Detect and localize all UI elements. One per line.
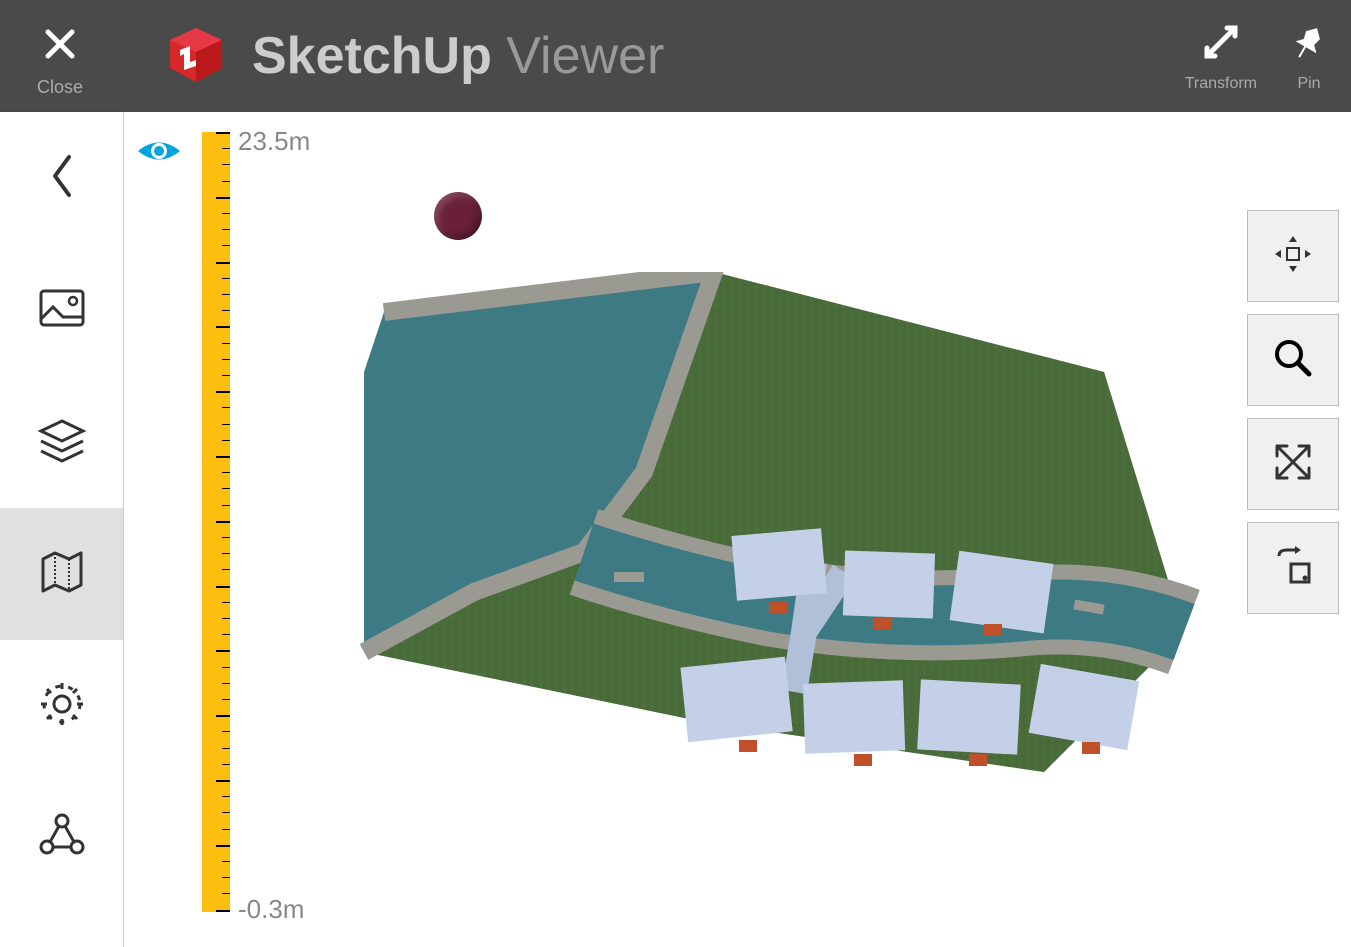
pin-button[interactable]: Pin — [1287, 20, 1331, 93]
transform-icon — [1199, 20, 1243, 69]
pin-label: Pin — [1297, 75, 1320, 93]
ruler-tick — [216, 326, 230, 328]
ruler-tick — [222, 537, 230, 538]
ruler-tick — [222, 602, 230, 603]
ruler-tick — [222, 148, 230, 149]
ruler-tick — [222, 796, 230, 797]
share-nodes-icon — [35, 809, 89, 868]
gear-icon — [35, 677, 89, 736]
ruler-tick — [222, 245, 230, 246]
ruler-tick — [222, 812, 230, 813]
ruler-tick — [222, 310, 230, 311]
sketchup-logo-icon — [160, 20, 232, 92]
transform-label: Transform — [1185, 75, 1257, 93]
ruler-tick — [222, 375, 230, 376]
header-actions: Transform Pin — [1185, 20, 1331, 93]
ruler-tick — [222, 829, 230, 830]
ruler-tick — [222, 213, 230, 214]
ruler-tick — [216, 586, 230, 588]
sidebar-item-layers[interactable] — [0, 376, 123, 508]
ruler-tick — [222, 667, 230, 668]
sidebar-item-map[interactable] — [0, 508, 123, 640]
fit-tool-button[interactable] — [1247, 418, 1339, 510]
close-label: Close — [37, 77, 83, 98]
transform-button[interactable]: Transform — [1185, 20, 1257, 93]
layers-icon — [35, 413, 89, 472]
ruler-tick — [216, 197, 230, 199]
image-icon — [35, 281, 89, 340]
eye-icon — [136, 153, 182, 170]
ruler-tick — [222, 893, 230, 894]
close-icon — [40, 24, 80, 69]
rotate-tool-button[interactable] — [1247, 522, 1339, 614]
ruler-tick — [222, 472, 230, 473]
height-ruler[interactable]: // ticks generated inline via JS below — [202, 132, 230, 912]
ruler-tick — [216, 521, 230, 523]
ruler-tick — [222, 748, 230, 749]
ruler-tick — [222, 278, 230, 279]
ruler-tick — [222, 359, 230, 360]
close-button[interactable]: Close — [20, 24, 100, 98]
header-bar: Close SketchUp Viewer Transform — [0, 0, 1351, 112]
sidebar-item-image[interactable] — [0, 244, 123, 376]
visibility-toggle[interactable] — [136, 136, 182, 171]
ruler-tick — [222, 634, 230, 635]
app-title: SketchUp Viewer — [252, 26, 664, 86]
ruler-tick — [216, 780, 230, 782]
ruler-tick — [222, 683, 230, 684]
ruler-tick — [222, 440, 230, 441]
ruler-tick — [222, 877, 230, 878]
ruler-tick — [222, 407, 230, 408]
ruler-tick — [222, 553, 230, 554]
sidebar-back-button[interactable] — [0, 112, 123, 244]
ruler-tick — [222, 618, 230, 619]
viewport[interactable]: // ticks generated inline via JS below 2… — [124, 112, 1351, 947]
ruler-min-label: -0.3m — [238, 894, 304, 925]
ruler-tick — [222, 505, 230, 506]
site-plan-model[interactable] — [314, 272, 1214, 877]
ruler-tick — [216, 262, 230, 264]
ruler-tick — [222, 731, 230, 732]
ruler-tick — [216, 650, 230, 652]
ruler-tick — [216, 845, 230, 847]
ruler-tick — [222, 488, 230, 489]
main-content: // ticks generated inline via JS below 2… — [0, 112, 1351, 947]
app-title-area: SketchUp Viewer — [160, 20, 664, 92]
sidebar — [0, 112, 124, 947]
map-icon — [35, 545, 89, 604]
position-marker[interactable] — [434, 192, 482, 240]
chevron-left-icon — [47, 151, 77, 206]
ruler-tick — [222, 569, 230, 570]
sidebar-item-share[interactable] — [0, 772, 123, 904]
sidebar-item-settings[interactable] — [0, 640, 123, 772]
ruler-tick — [222, 164, 230, 165]
ruler-tick — [222, 343, 230, 344]
ruler-tick — [222, 424, 230, 425]
ruler-tick — [222, 294, 230, 295]
ruler-tick — [216, 132, 230, 134]
ruler-tick — [216, 391, 230, 393]
pin-icon — [1287, 20, 1331, 69]
expand-icon — [1269, 438, 1317, 491]
ruler-tick — [222, 699, 230, 700]
ruler-tick — [222, 764, 230, 765]
ruler-tick — [222, 861, 230, 862]
search-icon — [1269, 334, 1317, 387]
viewport-tools — [1247, 210, 1339, 614]
ruler-tick — [216, 456, 230, 458]
rotate-icon — [1269, 542, 1317, 595]
ruler-tick — [216, 910, 230, 912]
move-tool-button[interactable] — [1247, 210, 1339, 302]
ruler-tick — [222, 229, 230, 230]
move-icon — [1269, 230, 1317, 283]
ruler-tick — [222, 181, 230, 182]
ruler-tick — [216, 715, 230, 717]
zoom-tool-button[interactable] — [1247, 314, 1339, 406]
ruler-max-label: 23.5m — [238, 126, 310, 157]
